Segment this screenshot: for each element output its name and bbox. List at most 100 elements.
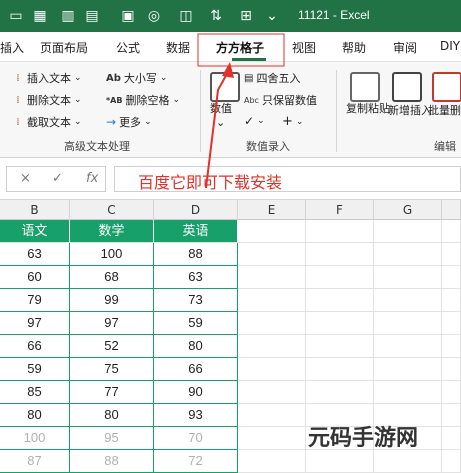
- empty-cell[interactable]: [374, 220, 442, 243]
- dropdown-icon[interactable]: ▣: [118, 6, 138, 26]
- confirm-icon[interactable]: ✓: [52, 171, 63, 186]
- empty-cell[interactable]: [442, 312, 461, 335]
- empty-cell[interactable]: [374, 243, 442, 266]
- table-cell[interactable]: 80: [0, 404, 70, 427]
- column-header-f[interactable]: F: [306, 200, 374, 220]
- table-cell[interactable]: 75: [70, 358, 154, 381]
- header-cell-math[interactable]: 数学: [70, 220, 154, 243]
- copy-paste-button[interactable]: 复制粘贴: [346, 102, 390, 116]
- worksheet-grid[interactable]: B C D E F G 语文 数学 英语 63 100 88 60 68 63 79 99 73…: [0, 200, 461, 473]
- table-cell[interactable]: 99: [70, 289, 154, 312]
- empty-cell[interactable]: [238, 358, 306, 381]
- tab-review[interactable]: 审阅: [393, 39, 417, 56]
- tab-insert[interactable]: 插入: [0, 39, 24, 56]
- tab-help[interactable]: 帮助: [342, 39, 366, 56]
- empty-cell[interactable]: [238, 450, 306, 473]
- empty-cell[interactable]: [374, 381, 442, 404]
- empty-cell[interactable]: [442, 220, 461, 243]
- empty-cell[interactable]: [306, 220, 374, 243]
- empty-cell[interactable]: [374, 335, 442, 358]
- header-cell-chinese[interactable]: 语文: [0, 220, 70, 243]
- delete-space-button[interactable]: *AB 删除空格 ⌄: [106, 92, 180, 108]
- filter-icon[interactable]: ⊞: [236, 6, 256, 26]
- empty-cell[interactable]: [306, 243, 374, 266]
- column-header-c[interactable]: C: [70, 200, 154, 220]
- column-header-h[interactable]: [442, 200, 461, 220]
- new-insert-button[interactable]: 新增插入: [388, 102, 432, 118]
- table-cell[interactable]: 59: [0, 358, 70, 381]
- empty-cell[interactable]: [238, 404, 306, 427]
- table-cell[interactable]: 66: [154, 358, 238, 381]
- table-cell[interactable]: 72: [154, 450, 238, 473]
- value-button[interactable]: 数值: [210, 100, 232, 116]
- table-cell[interactable]: 80: [70, 404, 154, 427]
- more-button[interactable]: → 更多 ⌄: [106, 114, 152, 130]
- empty-cell[interactable]: [306, 335, 374, 358]
- batch-delete-button[interactable]: 批量删除: [428, 102, 461, 118]
- table-cell[interactable]: 52: [70, 335, 154, 358]
- cut-text-button[interactable]: ⁞ 截取文本 ⌄: [12, 114, 81, 130]
- sort-icon[interactable]: ⇅: [206, 6, 226, 26]
- tool-button-a[interactable]: ✓ ⌄: [244, 114, 265, 128]
- table-cell[interactable]: 88: [154, 243, 238, 266]
- function-icon[interactable]: fx: [86, 171, 98, 186]
- tool-button-b[interactable]: + ⌄: [282, 114, 303, 129]
- table-cell[interactable]: 87: [0, 450, 70, 473]
- column-header-e[interactable]: E: [238, 200, 306, 220]
- empty-cell[interactable]: [238, 335, 306, 358]
- keep-numbers-button[interactable]: Abc 只保留数值: [244, 92, 317, 108]
- empty-cell[interactable]: [374, 312, 442, 335]
- table-cell[interactable]: 79: [0, 289, 70, 312]
- empty-cell[interactable]: [238, 220, 306, 243]
- empty-cell[interactable]: [442, 289, 461, 312]
- cancel-icon[interactable]: ×: [20, 171, 31, 186]
- tab-fangfang[interactable]: 方方格子: [216, 39, 264, 56]
- empty-cell[interactable]: [442, 450, 461, 473]
- empty-cell[interactable]: [442, 266, 461, 289]
- insert-text-button[interactable]: ⁞ 插入文本 ⌄: [12, 70, 81, 86]
- recover-icon[interactable]: ◎: [144, 6, 164, 26]
- more-icon[interactable]: ⌄: [262, 6, 282, 26]
- empty-cell[interactable]: [442, 404, 461, 427]
- empty-cell[interactable]: [238, 381, 306, 404]
- empty-cell[interactable]: [238, 266, 306, 289]
- empty-cell[interactable]: [306, 450, 374, 473]
- case-button[interactable]: Ab 大小写 ⌄: [106, 70, 167, 86]
- empty-cell[interactable]: [442, 243, 461, 266]
- value-icon[interactable]: [210, 72, 240, 102]
- table-cell[interactable]: 93: [154, 404, 238, 427]
- empty-cell[interactable]: [238, 243, 306, 266]
- table-cell[interactable]: 97: [70, 312, 154, 335]
- empty-cell[interactable]: [306, 312, 374, 335]
- empty-cell[interactable]: [306, 358, 374, 381]
- round-button[interactable]: ▤ 四舍五入: [244, 70, 300, 86]
- table-cell[interactable]: 63: [0, 243, 70, 266]
- empty-cell[interactable]: [374, 266, 442, 289]
- empty-cell[interactable]: [306, 289, 374, 312]
- column-header-g[interactable]: G: [374, 200, 442, 220]
- table-cell[interactable]: 80: [154, 335, 238, 358]
- table-cell[interactable]: 68: [70, 266, 154, 289]
- chart-icon[interactable]: ▥: [58, 6, 78, 26]
- empty-cell[interactable]: [306, 266, 374, 289]
- table-cell[interactable]: 59: [154, 312, 238, 335]
- table-icon[interactable]: ▦: [30, 6, 50, 26]
- insert-rows-icon[interactable]: [392, 72, 422, 102]
- table-cell[interactable]: 97: [0, 312, 70, 335]
- empty-cell[interactable]: [306, 381, 374, 404]
- empty-cell[interactable]: [442, 381, 461, 404]
- save-icon[interactable]: ▭: [6, 6, 26, 26]
- empty-cell[interactable]: [442, 358, 461, 381]
- table-cell[interactable]: 66: [0, 335, 70, 358]
- empty-cell[interactable]: [374, 289, 442, 312]
- table-cell[interactable]: 100: [70, 243, 154, 266]
- delete-text-button[interactable]: ⁞ 删除文本 ⌄: [12, 92, 81, 108]
- tab-data[interactable]: 数据: [166, 39, 190, 56]
- grid-icon[interactable]: ▤: [82, 6, 102, 26]
- empty-cell[interactable]: [442, 335, 461, 358]
- empty-cell[interactable]: [238, 289, 306, 312]
- tool-dropdown[interactable]: ⌄: [216, 116, 225, 129]
- batch-delete-icon[interactable]: [432, 72, 461, 102]
- table-cell[interactable]: 60: [0, 266, 70, 289]
- empty-cell[interactable]: [238, 312, 306, 335]
